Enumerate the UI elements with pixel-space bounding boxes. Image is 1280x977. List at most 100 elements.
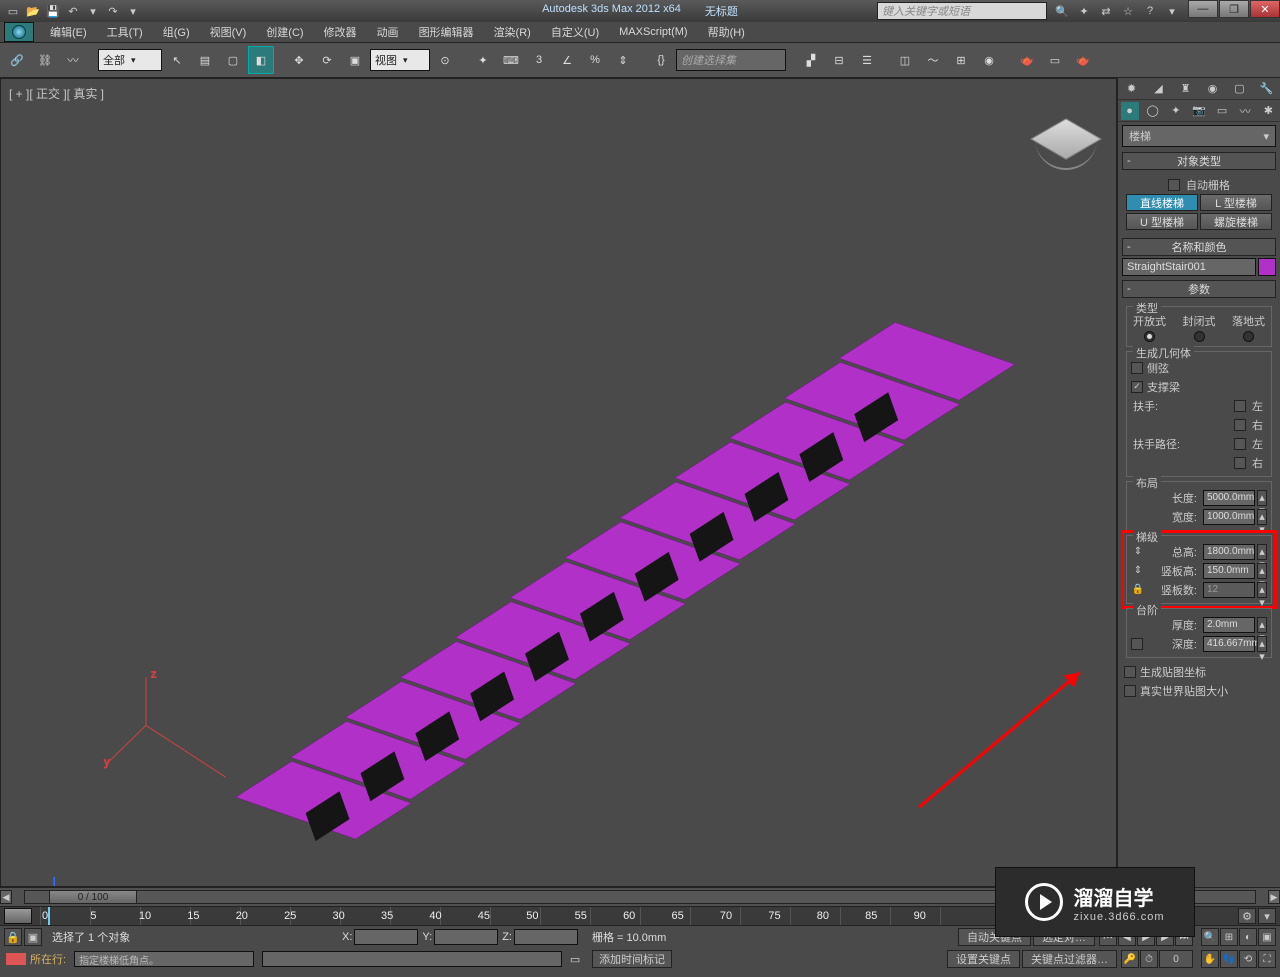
select-link-icon[interactable]: 🔗	[4, 46, 30, 74]
ref-coord-dropdown[interactable]: 视图▾	[370, 49, 430, 71]
nav-orbit-icon[interactable]: ⟲	[1239, 950, 1257, 968]
step-thickness-spinner[interactable]: ▴▾	[1257, 617, 1267, 633]
systems-cat-icon[interactable]: ✱	[1259, 102, 1277, 120]
helpers-cat-icon[interactable]: ▭	[1213, 102, 1231, 120]
object-name-input[interactable]: StraightStair001	[1122, 258, 1256, 276]
select-object-icon[interactable]: ↖	[164, 46, 190, 74]
step-depth-input[interactable]: 416.667mm	[1203, 636, 1255, 652]
nav-pan-icon[interactable]: ✋	[1201, 950, 1219, 968]
listener-icon[interactable]: ▭	[562, 945, 588, 973]
maxscript-listener-input[interactable]	[262, 951, 562, 967]
time-slider-left[interactable]: ◀	[0, 890, 12, 904]
riser-count-spinner[interactable]: ▴▾	[1257, 582, 1267, 598]
key-mode-icon[interactable]: 🔑	[1121, 950, 1139, 968]
riser-h-lock-icon[interactable]: ⇕	[1131, 564, 1145, 578]
menu-edit[interactable]: 编辑(E)	[40, 22, 97, 42]
menu-group[interactable]: 组(G)	[153, 22, 200, 42]
frame-input[interactable]: 0	[1159, 950, 1193, 968]
menu-customize[interactable]: 自定义(U)	[541, 22, 609, 42]
shapes-cat-icon[interactable]: ◯	[1144, 102, 1162, 120]
time-slider-thumb[interactable]: 0 / 100	[49, 890, 137, 904]
straight-stair-button[interactable]: 直线楼梯	[1126, 194, 1198, 211]
bind-space-warp-icon[interactable]: 〰	[60, 46, 86, 74]
handrail-right-checkbox[interactable]	[1234, 419, 1246, 431]
lights-cat-icon[interactable]: ✦	[1167, 102, 1185, 120]
riser-height-input[interactable]: 150.0mm	[1203, 563, 1255, 579]
rect-select-icon[interactable]: ▢	[220, 46, 246, 74]
coord-y-input[interactable]	[434, 929, 498, 945]
nav-zoom-all-icon[interactable]: ⊞	[1220, 928, 1238, 946]
timeline-config-icon[interactable]: ⚙	[1238, 908, 1256, 924]
object-color-swatch[interactable]	[1258, 258, 1276, 276]
select-by-name-icon[interactable]: ▤	[192, 46, 218, 74]
display-tab-icon[interactable]: ▢	[1231, 80, 1249, 98]
nav-walk-icon[interactable]: 👣	[1220, 950, 1238, 968]
railpath-right-checkbox[interactable]	[1234, 457, 1246, 469]
type-closed-radio[interactable]	[1194, 331, 1205, 342]
favorite-icon[interactable]: ☆	[1119, 2, 1137, 20]
open-icon[interactable]: 📂	[24, 2, 42, 20]
set-key-button[interactable]: 设置关键点	[947, 950, 1020, 968]
graphite-tools-icon[interactable]: ◫	[892, 46, 918, 74]
stairs-object[interactable]: z y	[1, 79, 1116, 886]
scale-icon[interactable]: ▣	[342, 46, 368, 74]
schematic-view-icon[interactable]: ⊞	[948, 46, 974, 74]
key-filters-button[interactable]: 关键点过滤器…	[1022, 950, 1117, 968]
modify-tab-icon[interactable]: ◢	[1150, 80, 1168, 98]
coord-x-input[interactable]	[354, 929, 418, 945]
menu-modifiers[interactable]: 修改器	[314, 22, 367, 42]
edit-named-sel-icon[interactable]: {}	[648, 46, 674, 74]
gen-uv-checkbox[interactable]	[1124, 666, 1136, 678]
type-open-radio[interactable]	[1144, 331, 1155, 342]
motion-tab-icon[interactable]: ◉	[1204, 80, 1222, 98]
coord-z-input[interactable]	[514, 929, 578, 945]
spinner-snap-icon[interactable]: ⇕	[610, 46, 636, 74]
spacewarps-cat-icon[interactable]: 〰	[1236, 102, 1254, 120]
autogrid-checkbox[interactable]: 自动栅格	[1126, 176, 1272, 194]
curve-editor-icon[interactable]: 〜	[920, 46, 946, 74]
overall-height-spinner[interactable]: ▴▾	[1257, 544, 1267, 560]
menu-grapheditors[interactable]: 图形编辑器	[409, 22, 484, 42]
nav-zoom-ext-icon[interactable]: ▣	[1258, 928, 1276, 946]
script-rec-icon[interactable]	[6, 953, 26, 965]
length-input[interactable]: 5000.0mm	[1203, 490, 1255, 506]
angle-snap-icon[interactable]: ∠	[554, 46, 580, 74]
cameras-cat-icon[interactable]: 📷	[1190, 102, 1208, 120]
overall-height-input[interactable]: 1800.0mm	[1203, 544, 1255, 560]
menu-maxscript[interactable]: MAXScript(M)	[609, 22, 697, 42]
keyboard-shortcut-icon[interactable]: ⌨	[498, 46, 524, 74]
step-thickness-input[interactable]: 2.0mm	[1203, 617, 1255, 633]
step-depth-spinner[interactable]: ▴▾	[1257, 636, 1267, 652]
carriage-checkbox[interactable]: ✓	[1131, 381, 1143, 393]
time-slider-right[interactable]: ▶	[1268, 890, 1280, 904]
railpath-left-checkbox[interactable]	[1234, 438, 1246, 450]
rotate-icon[interactable]: ⟳	[314, 46, 340, 74]
rollout-parameters[interactable]: -参数	[1122, 280, 1276, 298]
l-stair-button[interactable]: L 型楼梯	[1200, 194, 1272, 211]
type-box-radio[interactable]	[1243, 331, 1254, 342]
subscription-icon[interactable]: ✦	[1075, 2, 1093, 20]
utilities-tab-icon[interactable]: 🔧	[1258, 80, 1276, 98]
nav-fov-icon[interactable]: ◐	[1239, 928, 1257, 946]
save-icon[interactable]: 💾	[44, 2, 62, 20]
stringers-checkbox[interactable]	[1131, 362, 1143, 374]
menu-create[interactable]: 创建(C)	[256, 22, 313, 42]
menu-help[interactable]: 帮助(H)	[698, 22, 755, 42]
spiral-stair-button[interactable]: 螺旋楼梯	[1200, 213, 1272, 230]
hierarchy-tab-icon[interactable]: ♜	[1177, 80, 1195, 98]
help-search-input[interactable]: 键入关键字或短语	[877, 2, 1047, 20]
menu-tools[interactable]: 工具(T)	[97, 22, 153, 42]
riser-height-spinner[interactable]: ▴▾	[1257, 563, 1267, 579]
render-setup-icon[interactable]: 🫖	[1014, 46, 1040, 74]
nav-zoom-icon[interactable]: 🔍	[1201, 928, 1219, 946]
rollout-name-color[interactable]: -名称和颜色	[1122, 238, 1276, 256]
add-time-tag-button[interactable]: 添加时间标记	[592, 950, 672, 968]
snap-toggle-icon[interactable]: 3	[526, 46, 552, 74]
menu-rendering[interactable]: 渲染(R)	[484, 22, 541, 42]
selection-filter-dropdown[interactable]: 全部▾	[98, 49, 162, 71]
redo-icon[interactable]: ↷	[104, 2, 122, 20]
move-icon[interactable]: ✥	[286, 46, 312, 74]
timeline-key-button[interactable]	[4, 908, 32, 924]
undo-icon[interactable]: ↶	[64, 2, 82, 20]
timeline-filter-icon[interactable]: ▾	[1258, 908, 1276, 924]
